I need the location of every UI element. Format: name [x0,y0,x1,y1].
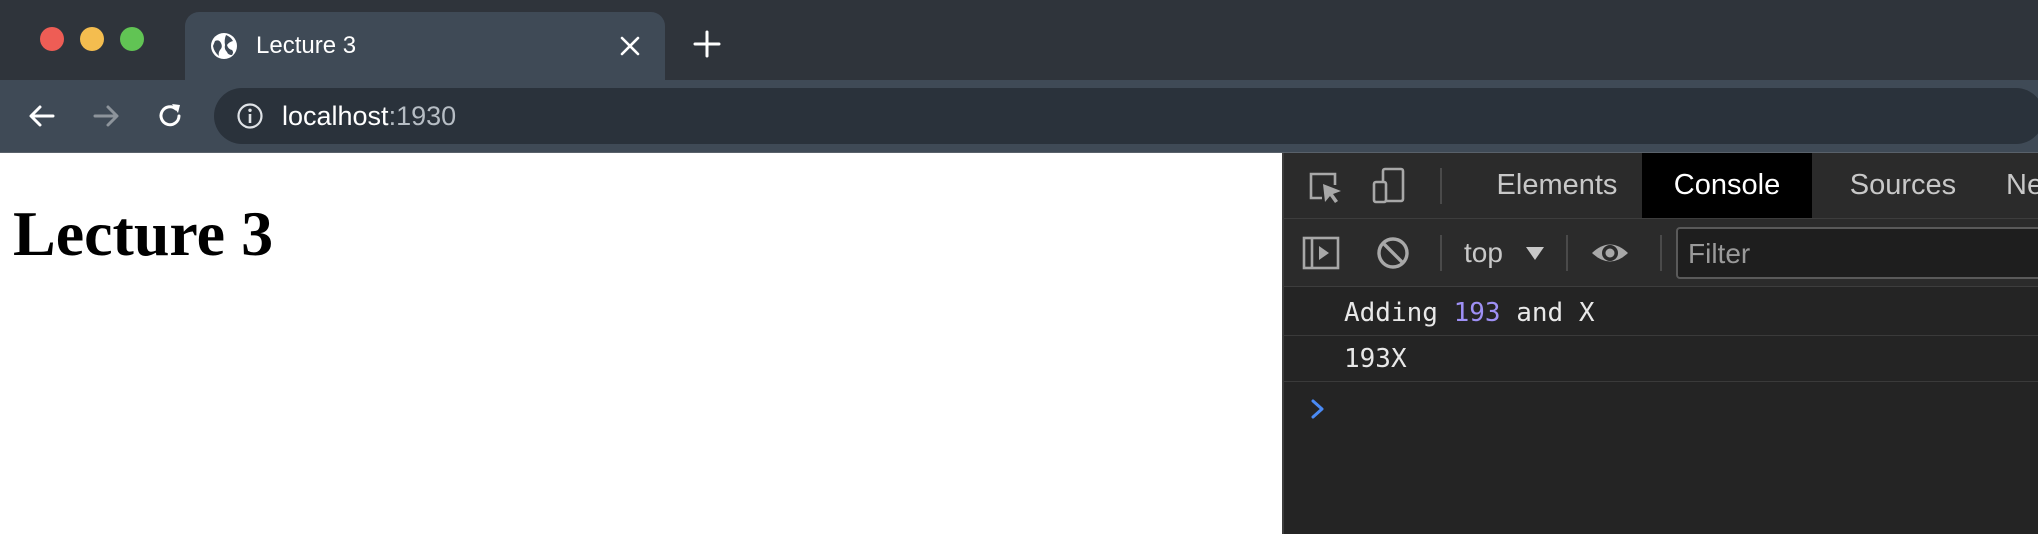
address-bar[interactable]: localhost:1930 [214,88,2038,144]
devtools-panel: Elements Console Sources Ne top Filter A… [1282,153,2038,534]
devtools-tab-bar: Elements Console Sources Ne [1284,153,2038,219]
tab-sources[interactable]: Sources [1818,153,1988,218]
minimize-window-button[interactable] [80,27,104,51]
console-prompt-icon[interactable] [1308,397,1328,421]
forward-arrow-icon[interactable] [90,100,122,132]
filter-input[interactable] [1688,237,2028,271]
tab-console[interactable]: Console [1642,153,1812,218]
close-tab-icon[interactable] [618,34,642,58]
tab-elements[interactable]: Elements [1472,153,1642,218]
message-suffix: and X [1500,298,1595,328]
chevron-down-icon[interactable] [1526,247,1544,260]
page-heading: Lecture 3 [13,198,274,269]
message-number: 193 [1453,298,1501,328]
eye-icon[interactable] [1590,233,1630,273]
toolbar-separator [1566,235,1568,271]
toolbar-separator [1440,168,1442,204]
info-icon[interactable] [236,102,264,130]
toolbar-separator [1660,235,1662,271]
console-message-text: 193X [1344,344,1407,374]
tab-title: Lecture 3 [256,32,357,59]
sidebar-toggle-icon[interactable] [1301,233,1341,273]
console-message: Adding 193 and X [1284,290,2038,336]
globe-icon [211,33,237,59]
inspect-element-icon[interactable] [1305,168,1345,208]
device-toolbar-icon[interactable] [1369,166,1409,206]
browser-toolbar: localhost:1930 [0,80,2038,153]
back-arrow-icon[interactable] [26,100,58,132]
console-toolbar: top [1284,219,2038,287]
zoom-window-button[interactable] [120,27,144,51]
console-message-text: Adding 193 and X [1344,290,1594,336]
context-selector[interactable]: top [1464,235,1503,271]
filter-box[interactable] [1676,227,2038,279]
message-prefix: Adding [1344,298,1454,328]
url-port: :1930 [388,101,457,131]
console-message: 193X [1284,336,2038,382]
tab-network[interactable]: Ne [2006,153,2038,218]
url-host: localhost [282,101,389,131]
close-window-button[interactable] [40,27,64,51]
url-text[interactable]: localhost:1930 [282,102,456,130]
toolbar-separator [1440,235,1442,271]
reload-icon[interactable] [154,100,186,132]
tab-strip: Lecture 3 [0,0,2038,80]
new-tab-icon[interactable] [693,30,721,58]
browser-tab[interactable]: Lecture 3 [185,12,665,80]
clear-console-icon[interactable] [1373,233,1413,273]
page-viewport: Lecture 3 [0,153,1282,534]
